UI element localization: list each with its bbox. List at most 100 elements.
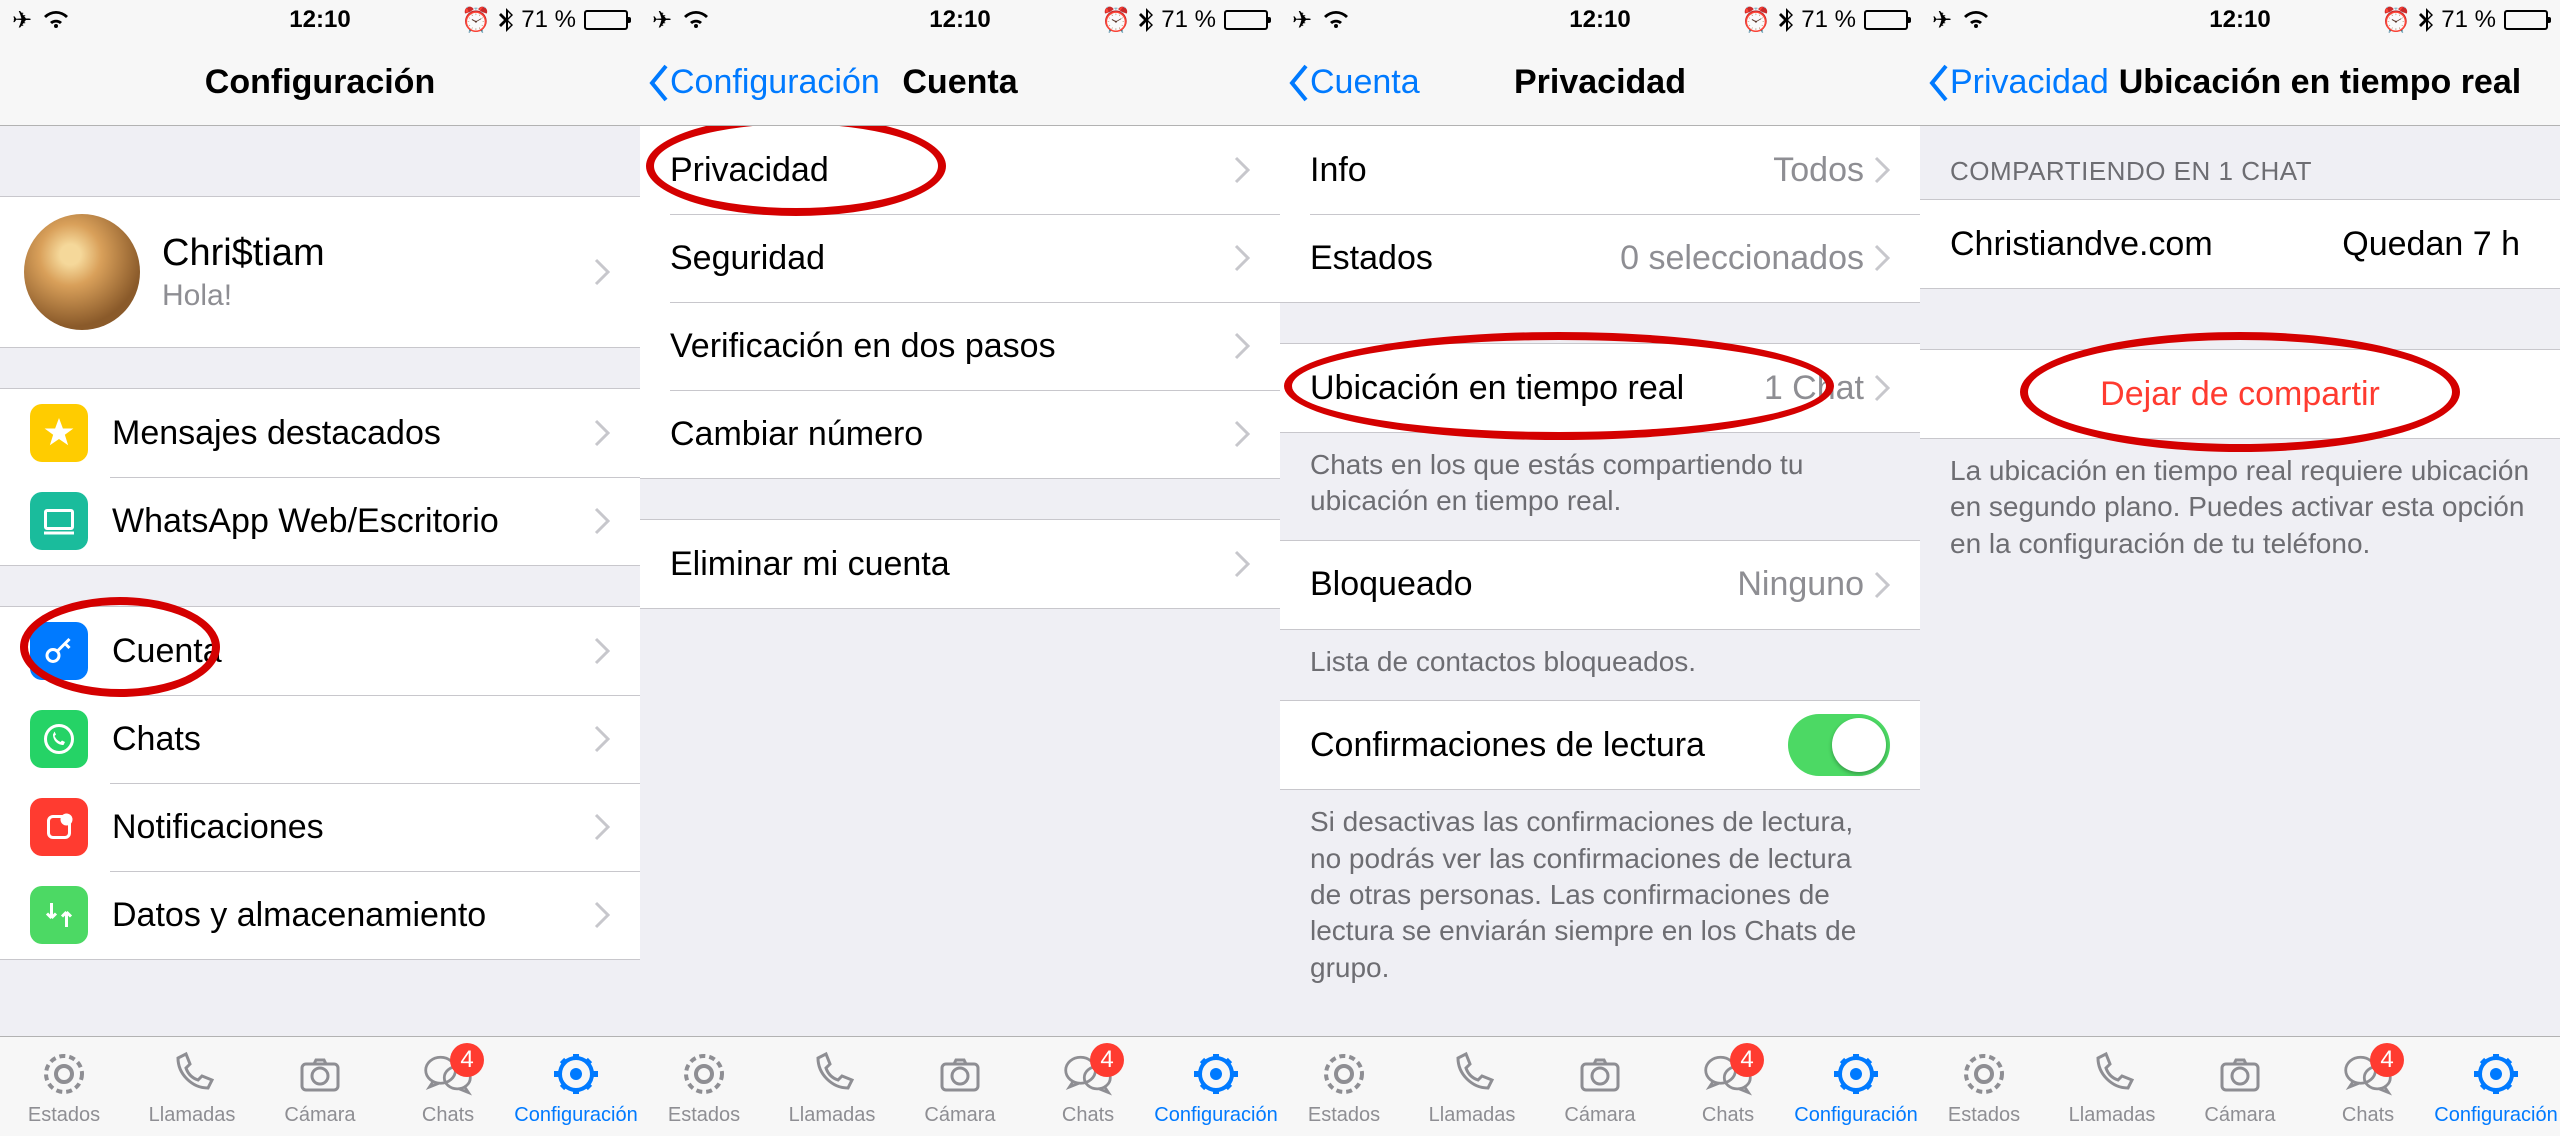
row-blocked[interactable]: Bloqueado Ninguno [1280, 541, 1920, 629]
row-starred-messages[interactable]: Mensajes destacados [0, 389, 640, 477]
status-bar: ✈ 12:10 ⏰71 % [640, 0, 1280, 40]
navbar: Privacidad Ubicación en tiempo real [1920, 40, 2560, 126]
row-whatsapp-web[interactable]: WhatsApp Web/Escritorio [0, 477, 640, 565]
alarm-icon: ⏰ [1741, 6, 1771, 35]
tab-chats[interactable]: 4Chats [1664, 1037, 1792, 1136]
toggle-read-receipts[interactable] [1788, 714, 1890, 776]
row-label: Verificación en dos pasos [670, 327, 1234, 366]
row-two-step[interactable]: Verificación en dos pasos [640, 302, 1280, 390]
row-data-storage[interactable]: Datos y almacenamiento [0, 871, 640, 959]
tabbar: Estados Llamadas Cámara 4Chats Configura… [1920, 1036, 2560, 1136]
tab-estados[interactable]: Estados [1920, 1037, 2048, 1136]
row-read-receipts[interactable]: Confirmaciones de lectura [1280, 701, 1920, 789]
tab-estados[interactable]: Estados [1280, 1037, 1408, 1136]
chevron-right-icon [1874, 244, 1890, 272]
row-live-location[interactable]: Ubicación en tiempo real 1 Chat [1280, 344, 1920, 432]
row-info[interactable]: Info Todos [1280, 126, 1920, 214]
footer-blocked: Lista de contactos bloqueados. [1280, 630, 1920, 700]
row-chats[interactable]: Chats [0, 695, 640, 783]
row-label: Ubicación en tiempo real [1310, 369, 1764, 408]
bluetooth-icon [2419, 8, 2433, 32]
chevron-right-icon [594, 258, 610, 286]
status-time: 12:10 [1569, 6, 1630, 34]
chevron-right-icon [594, 901, 610, 929]
data-icon [30, 886, 88, 944]
chevron-right-icon [594, 419, 610, 447]
key-icon [30, 622, 88, 680]
row-label: Info [1310, 151, 1773, 190]
tab-llamadas[interactable]: Llamadas [2048, 1037, 2176, 1136]
alarm-icon: ⏰ [1101, 6, 1131, 35]
tab-chats[interactable]: 4Chats [1024, 1037, 1152, 1136]
back-button[interactable]: Cuenta [1280, 63, 1420, 102]
chevron-right-icon [1874, 571, 1890, 599]
tab-estados[interactable]: Estados [640, 1037, 768, 1136]
row-value: 1 Chat [1764, 369, 1864, 408]
status-time: 12:10 [929, 6, 990, 34]
row-label: Seguridad [670, 239, 1234, 278]
bluetooth-icon [499, 8, 513, 32]
row-security[interactable]: Seguridad [640, 214, 1280, 302]
content: Privacidad Seguridad Verificación en dos… [640, 126, 1280, 1036]
status-time: 12:10 [289, 6, 350, 34]
tab-llamadas[interactable]: Llamadas [128, 1037, 256, 1136]
chevron-right-icon [594, 725, 610, 753]
tab-configuracion[interactable]: Configuración [512, 1037, 640, 1136]
tab-camara[interactable]: Cámara [1536, 1037, 1664, 1136]
time-remaining: Quedan 7 h [2342, 225, 2520, 264]
row-account[interactable]: Cuenta [0, 607, 640, 695]
row-estados[interactable]: Estados 0 seleccionados [1280, 214, 1920, 302]
button-label: Dejar de compartir [2100, 375, 2380, 414]
airplane-icon: ✈ [652, 6, 672, 35]
tab-configuracion[interactable]: Configuración [1152, 1037, 1280, 1136]
tab-estados[interactable]: Estados [0, 1037, 128, 1136]
row-notifications[interactable]: Notificaciones [0, 783, 640, 871]
row-value: Todos [1773, 151, 1864, 190]
tab-configuracion[interactable]: Configuración [2432, 1037, 2560, 1136]
chevron-right-icon [1874, 374, 1890, 402]
alarm-icon: ⏰ [2381, 6, 2411, 35]
tab-camara[interactable]: Cámara [896, 1037, 1024, 1136]
avatar [24, 214, 140, 330]
row-sharing-chat[interactable]: Christiandve.com Quedan 7 h [1920, 200, 2560, 288]
tab-llamadas[interactable]: Llamadas [1408, 1037, 1536, 1136]
chevron-right-icon [1234, 550, 1250, 578]
tab-chats[interactable]: 4Chats [2304, 1037, 2432, 1136]
tab-camara[interactable]: Cámara [2176, 1037, 2304, 1136]
page-title: Cuenta [902, 63, 1017, 102]
row-label: Confirmaciones de lectura [1310, 726, 1788, 765]
row-label: Eliminar mi cuenta [670, 545, 1234, 584]
footer-read-receipts: Si desactivas las confirmaciones de lect… [1280, 790, 1920, 1006]
back-label: Configuración [670, 63, 880, 102]
stop-sharing-button[interactable]: Dejar de compartir [1920, 350, 2560, 438]
tabbar: Estados Llamadas Cámara 4Chats Configura… [0, 1036, 640, 1136]
screen-privacidad: ✈ 12:10 ⏰71 % Cuenta Privacidad Info Tod… [1280, 0, 1920, 1136]
battery-icon [2504, 10, 2548, 30]
row-privacy[interactable]: Privacidad [640, 126, 1280, 214]
battery-icon [584, 10, 628, 30]
profile-row[interactable]: Chri$tiam Hola! [0, 197, 640, 347]
navbar: Configuración [0, 40, 640, 126]
row-label: Estados [1310, 239, 1620, 278]
chevron-right-icon [1874, 156, 1890, 184]
chevron-right-icon [1234, 156, 1250, 184]
back-button[interactable]: Configuración [640, 63, 880, 102]
badge: 4 [1090, 1043, 1124, 1077]
badge: 4 [450, 1043, 484, 1077]
profile-status: Hola! [162, 279, 594, 313]
screen-configuracion: ✈ 12:10 ⏰ 71 % Configuración Chri$tiam H… [0, 0, 640, 1136]
row-label: Cuenta [112, 632, 594, 671]
row-value: 0 seleccionados [1620, 239, 1864, 278]
tab-chats[interactable]: 4Chats [384, 1037, 512, 1136]
row-label: Mensajes destacados [112, 414, 594, 453]
row-delete-account[interactable]: Eliminar mi cuenta [640, 520, 1280, 608]
tab-configuracion[interactable]: Configuración [1792, 1037, 1920, 1136]
tab-camara[interactable]: Cámara [256, 1037, 384, 1136]
tab-llamadas[interactable]: Llamadas [768, 1037, 896, 1136]
navbar: Configuración Cuenta [640, 40, 1280, 126]
row-label: Cambiar número [670, 415, 1234, 454]
back-button[interactable]: Privacidad [1920, 63, 2109, 102]
airplane-icon: ✈ [1292, 6, 1312, 35]
whatsapp-icon [30, 710, 88, 768]
row-change-number[interactable]: Cambiar número [640, 390, 1280, 478]
